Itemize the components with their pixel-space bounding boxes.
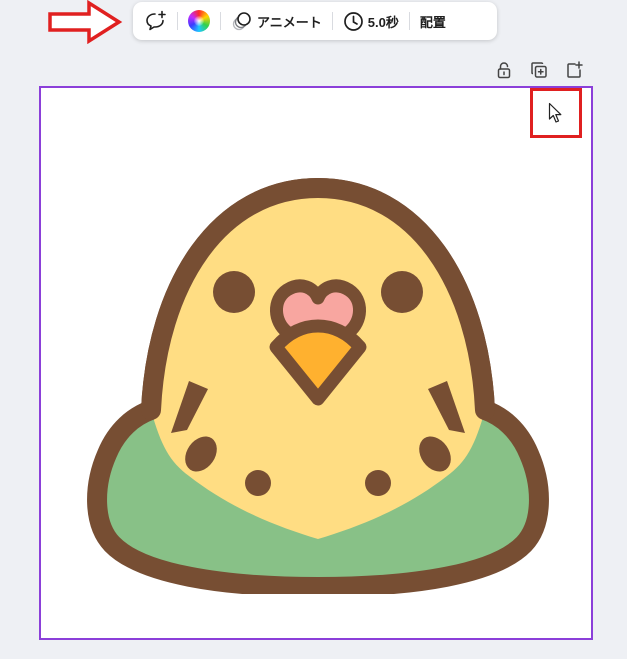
budgie-illustration[interactable] bbox=[71, 136, 565, 594]
design-page-canvas[interactable] bbox=[39, 86, 593, 640]
annotation-highlight-box bbox=[530, 88, 582, 138]
floating-toolbar: アニメート 5.0秒 配置 bbox=[133, 2, 497, 40]
toolbar-divider bbox=[177, 12, 178, 30]
position-button[interactable]: 配置 bbox=[416, 6, 450, 36]
mouse-cursor-icon bbox=[548, 102, 562, 123]
page-actions bbox=[494, 60, 584, 80]
animate-label: アニメート bbox=[257, 14, 322, 30]
animate-button[interactable]: アニメート bbox=[227, 6, 326, 36]
comment-add-icon bbox=[146, 10, 166, 31]
annotation-arrow-icon bbox=[48, 0, 123, 44]
clock-icon bbox=[343, 11, 363, 31]
add-page-icon bbox=[567, 61, 583, 78]
lock-icon bbox=[497, 62, 511, 79]
color-button[interactable] bbox=[184, 6, 214, 36]
toolbar-divider bbox=[331, 12, 333, 30]
comment-button[interactable] bbox=[141, 6, 171, 36]
color-wheel-icon bbox=[188, 10, 210, 32]
animate-icon bbox=[232, 12, 251, 31]
toolbar-divider bbox=[408, 12, 410, 30]
duration-label: 5.0秒 bbox=[367, 14, 399, 30]
toolbar-divider bbox=[220, 12, 221, 30]
lock-button[interactable] bbox=[494, 60, 514, 80]
position-label: 配置 bbox=[419, 14, 446, 30]
duration-button[interactable]: 5.0秒 bbox=[339, 6, 403, 36]
add-page-button[interactable] bbox=[564, 60, 584, 80]
duplicate-icon bbox=[531, 62, 547, 78]
duplicate-button[interactable] bbox=[529, 60, 549, 80]
